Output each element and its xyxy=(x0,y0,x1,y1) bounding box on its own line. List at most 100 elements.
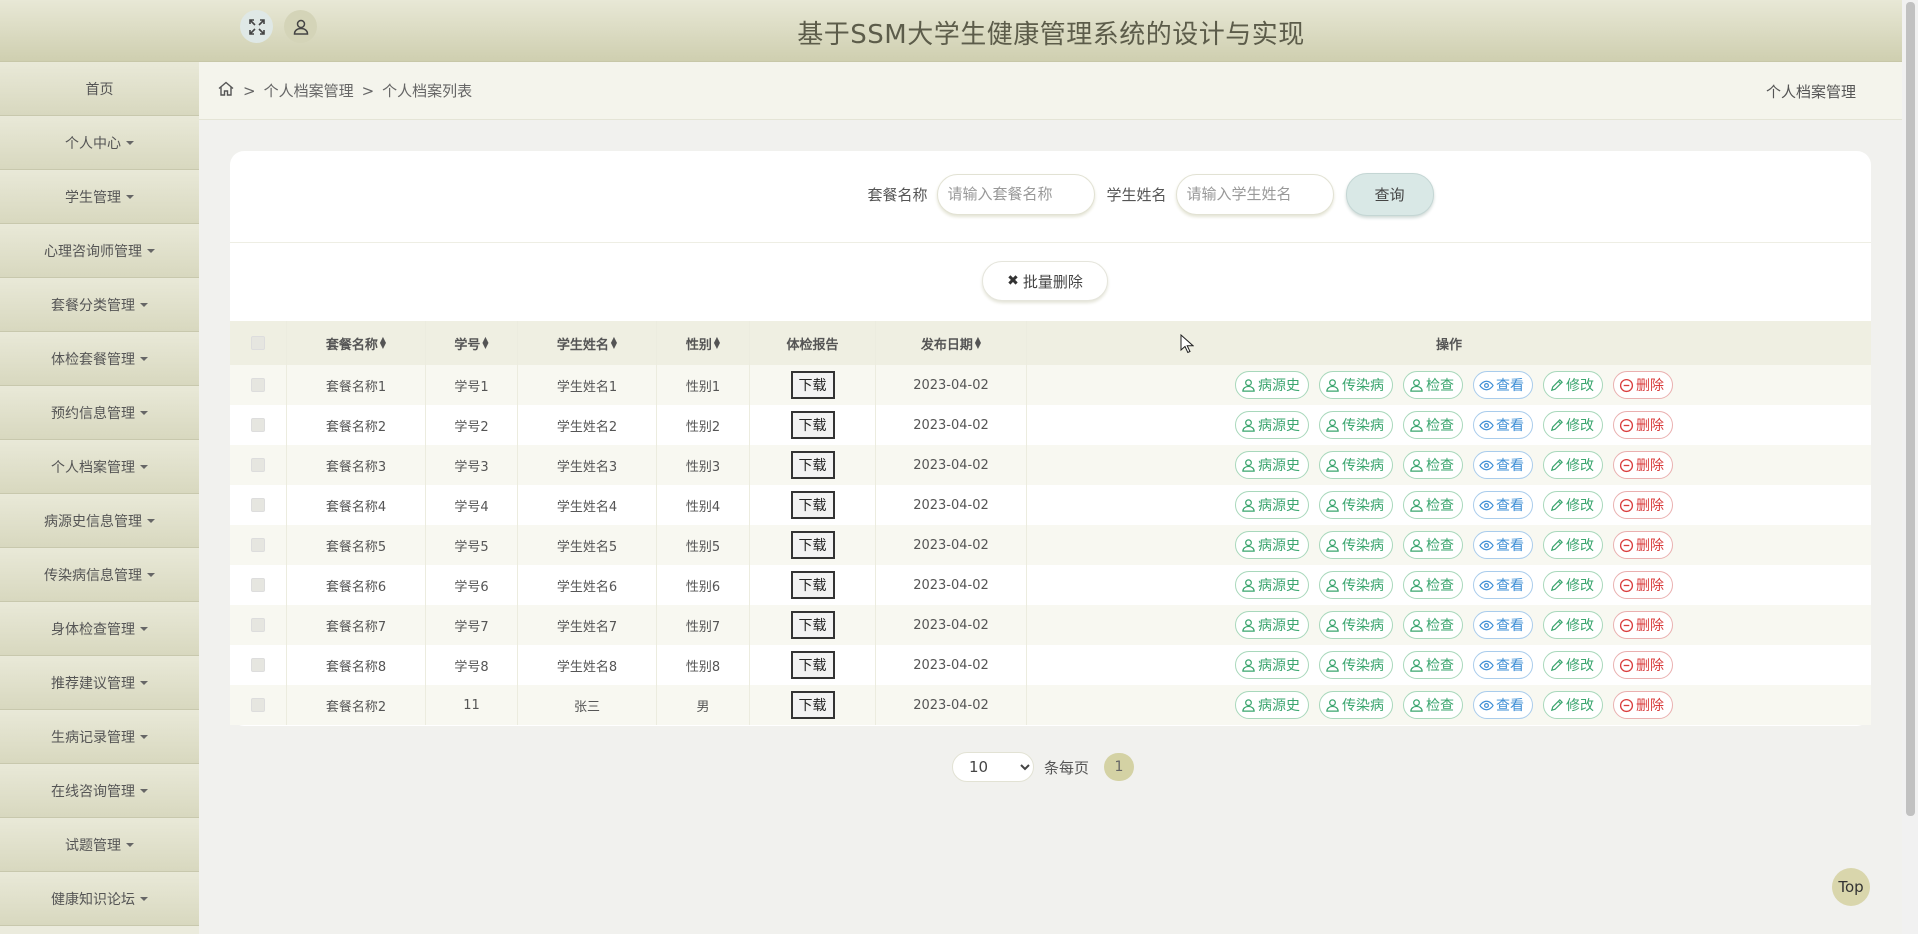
checkup-button[interactable]: 检查 xyxy=(1403,531,1463,559)
header-student-id[interactable]: 学号 ▲ ▼ xyxy=(426,321,518,365)
page-size-select[interactable]: 10 xyxy=(952,752,1034,782)
edit-button[interactable]: 修改 xyxy=(1543,651,1603,679)
sidebar-item[interactable]: 个人中心 xyxy=(0,116,199,170)
edit-button[interactable]: 修改 xyxy=(1543,691,1603,719)
edit-button[interactable]: 修改 xyxy=(1543,451,1603,479)
row-checkbox[interactable] xyxy=(251,698,265,712)
delete-button[interactable]: 删除 xyxy=(1613,531,1673,559)
checkup-button[interactable]: 检查 xyxy=(1403,451,1463,479)
checkup-button[interactable]: 检查 xyxy=(1403,691,1463,719)
delete-button[interactable]: 删除 xyxy=(1613,571,1673,599)
sidebar-item[interactable]: 生病记录管理 xyxy=(0,710,199,764)
download-button[interactable]: 下载 xyxy=(790,651,835,679)
view-button[interactable]: 查看 xyxy=(1473,371,1533,399)
header-student-name[interactable]: 学生姓名 ▲ ▼ xyxy=(518,321,657,365)
checkup-button[interactable]: 检查 xyxy=(1403,491,1463,519)
medical-history-button[interactable]: 病源史 xyxy=(1235,691,1309,719)
infectious-disease-button[interactable]: 传染病 xyxy=(1319,611,1393,639)
medical-history-button[interactable]: 病源史 xyxy=(1235,411,1309,439)
checkup-button[interactable]: 检查 xyxy=(1403,611,1463,639)
delete-button[interactable]: 删除 xyxy=(1613,411,1673,439)
row-checkbox[interactable] xyxy=(251,578,265,592)
sidebar-item[interactable]: 预约信息管理 xyxy=(0,386,199,440)
download-button[interactable]: 下载 xyxy=(790,611,835,639)
medical-history-button[interactable]: 病源史 xyxy=(1235,611,1309,639)
view-button[interactable]: 查看 xyxy=(1473,691,1533,719)
header-date[interactable]: 发布日期 ▲ ▼ xyxy=(876,321,1027,365)
checkup-button[interactable]: 检查 xyxy=(1403,371,1463,399)
view-button[interactable]: 查看 xyxy=(1473,611,1533,639)
medical-history-button[interactable]: 病源史 xyxy=(1235,531,1309,559)
delete-button[interactable]: 删除 xyxy=(1613,691,1673,719)
row-checkbox[interactable] xyxy=(251,458,265,472)
batch-delete-button[interactable]: ✖ 批量删除 xyxy=(982,261,1108,301)
view-button[interactable]: 查看 xyxy=(1473,651,1533,679)
scrollbar-thumb[interactable] xyxy=(1906,2,1915,816)
row-checkbox[interactable] xyxy=(251,618,265,632)
package-name-input[interactable] xyxy=(936,173,1095,215)
edit-button[interactable]: 修改 xyxy=(1543,491,1603,519)
infectious-disease-button[interactable]: 传染病 xyxy=(1319,531,1393,559)
medical-history-button[interactable]: 病源史 xyxy=(1235,451,1309,479)
row-checkbox[interactable] xyxy=(251,538,265,552)
edit-button[interactable]: 修改 xyxy=(1543,411,1603,439)
row-checkbox[interactable] xyxy=(251,418,265,432)
download-button[interactable]: 下载 xyxy=(790,571,835,599)
home-icon[interactable] xyxy=(217,80,235,102)
medical-history-button[interactable]: 病源史 xyxy=(1235,651,1309,679)
download-button[interactable]: 下载 xyxy=(790,691,835,719)
row-checkbox[interactable] xyxy=(251,378,265,392)
edit-button[interactable]: 修改 xyxy=(1543,531,1603,559)
edit-button[interactable]: 修改 xyxy=(1543,611,1603,639)
select-all-checkbox[interactable] xyxy=(251,336,265,350)
download-button[interactable]: 下载 xyxy=(790,411,835,439)
delete-button[interactable]: 删除 xyxy=(1613,371,1673,399)
sidebar-item[interactable]: 个人档案管理 xyxy=(0,440,199,494)
view-button[interactable]: 查看 xyxy=(1473,531,1533,559)
infectious-disease-button[interactable]: 传染病 xyxy=(1319,691,1393,719)
view-button[interactable]: 查看 xyxy=(1473,411,1533,439)
checkup-button[interactable]: 检查 xyxy=(1403,411,1463,439)
breadcrumb-level1[interactable]: 个人档案管理 xyxy=(264,80,354,101)
download-button[interactable]: 下载 xyxy=(790,531,835,559)
delete-button[interactable]: 删除 xyxy=(1613,451,1673,479)
download-button[interactable]: 下载 xyxy=(790,371,835,399)
sidebar-item[interactable]: 学生管理 xyxy=(0,170,199,224)
sidebar-item[interactable]: 病源史信息管理 xyxy=(0,494,199,548)
page-number-button[interactable]: 1 xyxy=(1104,753,1135,781)
checkup-button[interactable]: 检查 xyxy=(1403,571,1463,599)
delete-button[interactable]: 删除 xyxy=(1613,491,1673,519)
view-button[interactable]: 查看 xyxy=(1473,571,1533,599)
sidebar-item[interactable]: 套餐分类管理 xyxy=(0,278,199,332)
sidebar-item[interactable]: 在线咨询管理 xyxy=(0,764,199,818)
header-package[interactable]: 套餐名称 ▲ ▼ xyxy=(287,321,426,365)
delete-button[interactable]: 删除 xyxy=(1613,651,1673,679)
medical-history-button[interactable]: 病源史 xyxy=(1235,491,1309,519)
medical-history-button[interactable]: 病源史 xyxy=(1235,571,1309,599)
view-button[interactable]: 查看 xyxy=(1473,451,1533,479)
back-to-top-button[interactable]: Top xyxy=(1832,868,1870,906)
delete-button[interactable]: 删除 xyxy=(1613,611,1673,639)
download-button[interactable]: 下载 xyxy=(790,491,835,519)
edit-button[interactable]: 修改 xyxy=(1543,371,1603,399)
download-button[interactable]: 下载 xyxy=(790,451,835,479)
student-name-input[interactable] xyxy=(1175,173,1334,215)
header-gender[interactable]: 性别 ▲ ▼ xyxy=(657,321,750,365)
medical-history-button[interactable]: 病源史 xyxy=(1235,371,1309,399)
sidebar-item[interactable]: 推荐建议管理 xyxy=(0,656,199,710)
sidebar-item[interactable]: 首页 xyxy=(0,62,199,116)
infectious-disease-button[interactable]: 传染病 xyxy=(1319,651,1393,679)
infectious-disease-button[interactable]: 传染病 xyxy=(1319,371,1393,399)
sidebar-item[interactable]: 体检套餐管理 xyxy=(0,332,199,386)
infectious-disease-button[interactable]: 传染病 xyxy=(1319,451,1393,479)
query-button[interactable]: 查询 xyxy=(1345,172,1434,216)
sidebar-item[interactable]: 身体检查管理 xyxy=(0,602,199,656)
page-scrollbar[interactable] xyxy=(1902,0,1918,934)
infectious-disease-button[interactable]: 传染病 xyxy=(1319,411,1393,439)
sidebar-item[interactable]: 心理咨询师管理 xyxy=(0,224,199,278)
sidebar-item[interactable]: 健康知识论坛 xyxy=(0,872,199,926)
view-button[interactable]: 查看 xyxy=(1473,491,1533,519)
edit-button[interactable]: 修改 xyxy=(1543,571,1603,599)
row-checkbox[interactable] xyxy=(251,498,265,512)
checkup-button[interactable]: 检查 xyxy=(1403,651,1463,679)
